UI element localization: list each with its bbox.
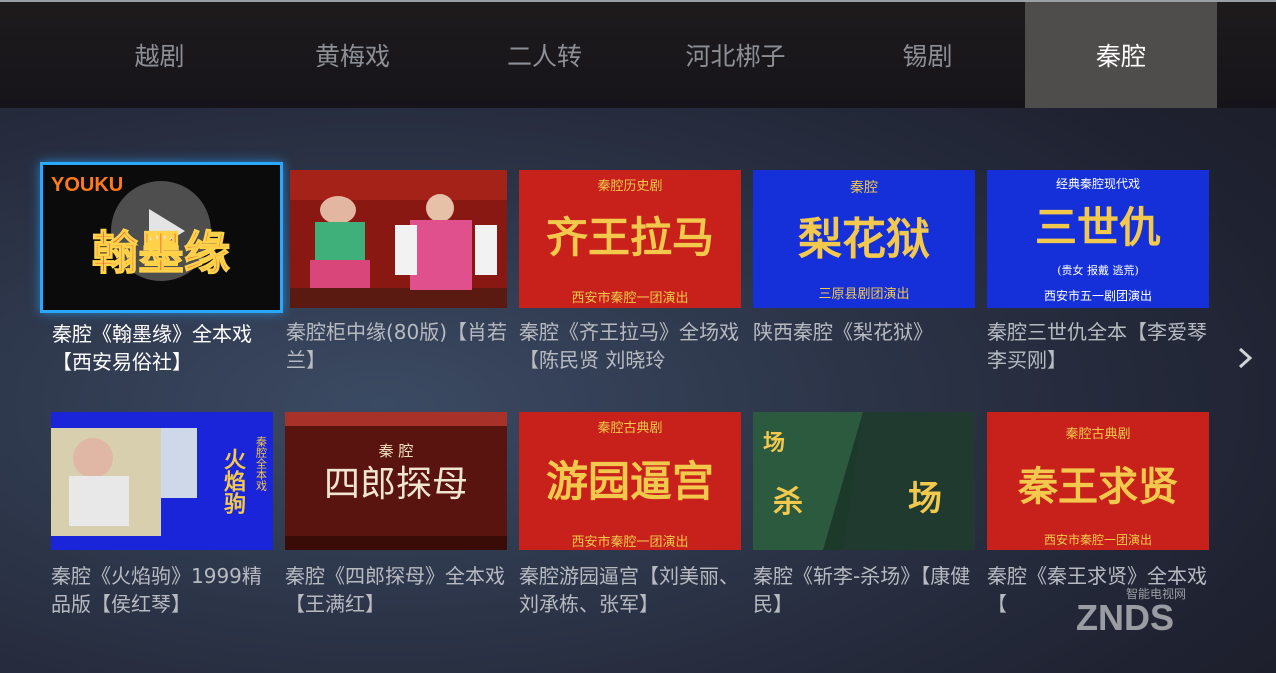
poster-title: 翰墨缘	[92, 226, 230, 280]
video-thumbnail[interactable]: 秦腔古典剧 秦王求贤 西安市秦腔一团演出	[987, 412, 1209, 550]
video-title: 秦腔《齐王拉马》全场戏【陈民贤 刘晓玲	[519, 320, 739, 372]
svg-text:场: 场	[763, 430, 785, 456]
chevron-right-icon[interactable]	[1233, 343, 1257, 373]
video-title: 秦腔游园逼宫【刘美丽、刘承栋、张军】	[519, 564, 739, 616]
svg-text:(贵女 报戴 逃荒): (贵女 报戴 逃荒)	[1057, 263, 1139, 277]
video-thumbnail[interactable]: 秦腔古典剧 游园逼宫 西安市秦腔一团演出	[519, 412, 741, 550]
video-thumbnail[interactable]: 场 杀 场	[753, 412, 975, 550]
svg-text:秦腔: 秦腔	[850, 180, 878, 196]
video-title: 秦腔《翰墨缘》全本戏【西安易俗社】	[52, 322, 252, 374]
tab-errenzhuan[interactable]: 二人转	[447, 2, 642, 108]
znds-watermark: 智能电视网 ZNDS	[1076, 586, 1186, 638]
video-thumbnail[interactable]: 秦 腔 四郎探母	[285, 412, 507, 550]
stage-photo	[290, 170, 507, 308]
svg-text:秦腔古典剧: 秦腔古典剧	[1065, 427, 1130, 442]
poster-title: 杀	[773, 485, 803, 520]
svg-text:秦腔全本戏: 秦腔全本戏	[255, 435, 268, 492]
video-thumbnail[interactable]: 秦腔 梨花狱 三原县剧团演出	[753, 170, 975, 308]
video-title: 秦腔柜中缘(80版)【肖若兰】	[286, 320, 508, 372]
svg-text:秦腔历史剧: 秦腔历史剧	[597, 179, 662, 194]
poster-title: 四郎探母	[324, 464, 468, 505]
video-title: 秦腔三世仇全本【李爱琴 李买刚】	[987, 320, 1207, 372]
svg-text:场: 场	[908, 479, 942, 519]
tab-qinqiang[interactable]: 秦腔	[1025, 2, 1217, 108]
video-thumbnail[interactable]: 经典秦腔现代戏 三世仇 (贵女 报戴 逃荒) 西安市五一剧团演出	[987, 170, 1209, 308]
video-title: 陕西秦腔《梨花狱》	[753, 320, 933, 344]
poster-title: 游园逼宫	[546, 457, 714, 506]
category-tab-bar: 越剧 黄梅戏 二人转 河北梆子 锡剧 秦腔	[0, 0, 1276, 108]
video-thumbnail[interactable]: YOUKU 翰墨缘	[43, 165, 280, 310]
poster-title: 三世仇	[1035, 203, 1161, 252]
svg-text:西安市秦腔一团演出: 西安市秦腔一团演出	[571, 534, 688, 550]
video-title: 秦腔《斩李-杀场》【康健民】	[753, 564, 971, 616]
tab-hebei-bangzi[interactable]: 河北梆子	[638, 2, 833, 108]
video-thumbnail[interactable]: 秦腔历史剧 齐王拉马 西安市秦腔一团演出	[519, 170, 741, 308]
poster-title: 火焰驹	[220, 448, 246, 515]
video-thumbnail[interactable]: 秦腔全本戏 火焰驹	[51, 412, 273, 550]
tab-xiju[interactable]: 锡剧	[830, 2, 1025, 108]
video-title: 秦腔《四郎探母》全本戏【王满红】	[285, 564, 505, 616]
svg-text:秦腔古典剧: 秦腔古典剧	[597, 421, 662, 436]
svg-text:ZNDS: ZNDS	[1076, 597, 1174, 638]
svg-text:西安市秦腔一团演出: 西安市秦腔一团演出	[1044, 532, 1152, 547]
svg-text:西安市秦腔一团演出: 西安市秦腔一团演出	[571, 290, 688, 306]
youku-logo: YOUKU	[51, 174, 123, 196]
video-thumbnail[interactable]	[290, 170, 507, 308]
poster-title: 齐王拉马	[546, 213, 714, 262]
tab-huangmeixi[interactable]: 黄梅戏	[255, 2, 450, 108]
svg-text:秦 腔: 秦 腔	[379, 442, 414, 460]
svg-text:西安市五一剧团演出: 西安市五一剧团演出	[1044, 288, 1152, 303]
svg-text:三原县剧团演出: 三原县剧团演出	[818, 286, 909, 302]
poster-title: 秦王求贤	[1018, 463, 1178, 510]
svg-text:经典秦腔现代戏: 经典秦腔现代戏	[1056, 176, 1140, 191]
poster-title: 梨花狱	[798, 214, 930, 265]
tab-yueju[interactable]: 越剧	[62, 2, 257, 108]
video-title: 秦腔《火焰驹》1999精品版【侯红琴】	[51, 564, 262, 616]
